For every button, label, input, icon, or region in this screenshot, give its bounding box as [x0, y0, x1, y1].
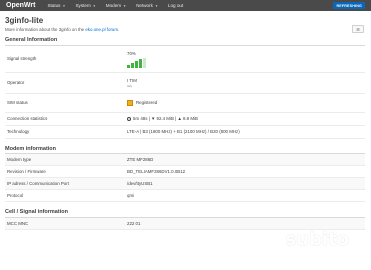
clock-icon	[127, 116, 131, 121]
watermark-text: subito	[285, 229, 349, 250]
operator-row: Operator I TIM Italy	[5, 73, 365, 94]
operator-label: Operator	[7, 80, 25, 85]
main-content: 3ginfo-lite More information about the 3…	[0, 11, 371, 230]
mcc-mnc-value: 222 01	[127, 220, 141, 226]
brand-logo[interactable]: OpenWrt	[6, 2, 35, 9]
sim-label: SIM status	[7, 100, 28, 105]
signal-bar	[139, 58, 142, 68]
signal-bar	[131, 62, 134, 68]
chevron-down-icon: ▼	[123, 3, 127, 8]
sim-status: Registered	[136, 99, 158, 105]
operator-value-cell: I TIM Italy	[127, 78, 137, 88]
sim-value-cell: Registered	[127, 99, 158, 106]
signal-bars-icon	[127, 57, 146, 68]
sim-card-icon	[127, 99, 133, 106]
menu-modem[interactable]: Modem ▼	[106, 3, 126, 8]
modem-type-value: ZTE MF286D	[127, 157, 154, 162]
chevron-down-icon: ▼	[92, 3, 96, 8]
hamburger-menu-button[interactable]: ☰	[352, 25, 364, 33]
firmware-label: Revision / Firmware	[7, 169, 46, 174]
connection-stats: 5m 48s | ▼ 92.4 MiB | ▲ 8.8 MiB	[133, 116, 198, 121]
menu-icon: ☰	[356, 26, 360, 32]
subtitle-end: .	[118, 27, 120, 32]
port-label: IP adress / Communication Port	[7, 181, 69, 186]
watermark-logo: subito	[266, 229, 349, 250]
table-row: MCC MNC 222 01	[5, 217, 365, 230]
watermark-icon	[266, 231, 283, 248]
signal-label: Signal strength	[7, 56, 37, 61]
chevron-down-icon: ▼	[154, 3, 158, 8]
table-row: IP adress / Communication Port /dev/ttyU…	[5, 178, 365, 190]
modem-type-label: Modem type	[7, 157, 32, 162]
subtitle-text: More information about the 3ginfo on the	[5, 27, 86, 32]
signal-row: Signal strength 70%	[5, 46, 365, 73]
refreshing-badge[interactable]: REFRESHING	[333, 2, 365, 9]
menu-logout[interactable]: Log out	[168, 3, 183, 8]
main-menu: Status ▼ System ▼ Modem ▼ Network ▼ Log out	[47, 3, 183, 8]
sim-row: SIM status Registered	[5, 94, 365, 113]
connection-label: Connection statistics	[7, 116, 48, 121]
protocol-label: Protocol	[7, 193, 24, 198]
firmware-value: BD_TELIAMF286DV1.0.0B12	[127, 169, 186, 174]
cell-section-title: Cell / Signal information	[5, 209, 365, 218]
technology-label: Technology	[7, 129, 30, 134]
signal-value-cell: 70%	[127, 51, 146, 68]
technology-row: Technology LTE-A | B3 (1800 MHz) + B1 (2…	[5, 126, 365, 139]
menu-system-label: System	[75, 3, 91, 8]
general-section-title: General Information	[5, 37, 365, 46]
connection-row: Connection statistics 5m 48s | ▼ 92.4 Mi…	[5, 113, 365, 126]
menu-system[interactable]: System ▼	[75, 3, 95, 8]
table-row: Revision / Firmware BD_TELIAMF286DV1.0.0…	[5, 166, 365, 178]
operator-country: Italy	[127, 83, 133, 88]
signal-bar	[143, 57, 146, 68]
chevron-down-icon: ▼	[62, 3, 66, 8]
menu-network[interactable]: Network ▼	[136, 3, 158, 8]
signal-percent: 70%	[127, 50, 136, 56]
technology-value: LTE-A | B3 (1800 MHz) + B1 (2100 MHz) / …	[127, 129, 240, 134]
table-row: Protocol qmi	[5, 190, 365, 202]
operator-name: I TIM	[127, 77, 137, 83]
protocol-value: qmi	[127, 193, 135, 198]
forum-link[interactable]: eko.one.pl forum	[85, 27, 118, 32]
menu-status-label: Status	[47, 3, 61, 8]
signal-bar	[127, 64, 130, 68]
signal-bar	[135, 60, 138, 68]
connection-value-cell: 5m 48s | ▼ 92.4 MiB | ▲ 8.8 MiB	[127, 116, 198, 121]
port-value: /dev/ttyUSB1	[127, 181, 153, 186]
menu-network-label: Network	[136, 3, 153, 8]
top-navbar: OpenWrt Status ▼ System ▼ Modem ▼ Network ▼ …	[0, 0, 371, 11]
page-subtitle: More information about the 3ginfo on the…	[5, 27, 365, 32]
menu-status[interactable]: Status ▼	[47, 3, 65, 8]
mcc-mnc-label: MCC MNC	[7, 220, 29, 226]
menu-logout-label: Log out	[167, 3, 184, 8]
modem-section-title: Modem information	[5, 146, 365, 154]
menu-modem-label: Modem	[105, 3, 122, 8]
table-row: Modem type ZTE MF286D	[5, 154, 365, 166]
page-title: 3ginfo-lite	[5, 16, 44, 25]
